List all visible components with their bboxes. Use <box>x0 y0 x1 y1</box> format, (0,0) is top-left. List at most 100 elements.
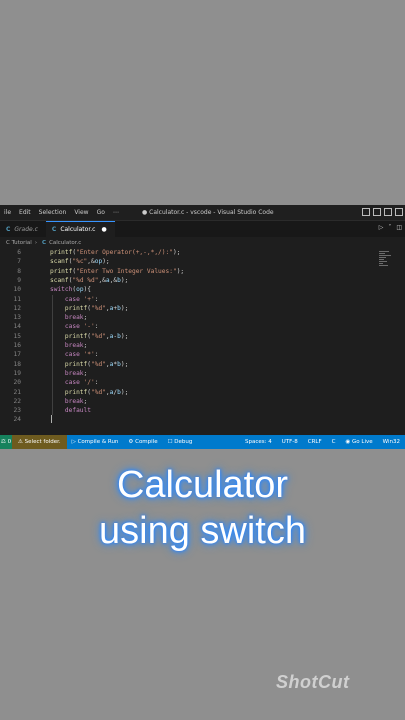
line-number: 9 <box>17 276 21 284</box>
code-line[interactable]: 20 case '/': <box>0 378 380 387</box>
code-line[interactable]: 12 printf("%d",a+b); <box>0 304 380 313</box>
code-line[interactable]: 9 scanf("%d %d",&a,&b); <box>0 276 380 285</box>
line-number: 15 <box>13 332 21 340</box>
breadcrumb-file[interactable]: Calculator.c <box>49 240 81 246</box>
code-line[interactable]: 14 case '-': <box>0 322 380 331</box>
customize-layout-icon[interactable] <box>395 208 403 216</box>
status-bar: ⚖ 0 ⚠ Select folder. ▷ Compile & Run ⚙ C… <box>0 435 405 449</box>
debug-button[interactable]: ☐ Debug <box>163 439 198 445</box>
compile-run-button[interactable]: ▷ Compile & Run <box>67 439 124 445</box>
code-line[interactable]: 15 printf("%d",a-b); <box>0 332 380 341</box>
compile-button[interactable]: ⚙ Compile <box>123 439 162 445</box>
code-line[interactable]: 22 break; <box>0 397 380 406</box>
caption-line-1: Calculator <box>116 464 289 506</box>
code-text: break; <box>64 314 88 322</box>
language-status[interactable]: C <box>327 439 341 445</box>
line-number: 20 <box>13 379 21 387</box>
editor-actions: ▷ ˅ ◫ <box>379 224 402 231</box>
line-number: 12 <box>13 304 21 312</box>
line-number: 22 <box>13 397 21 405</box>
code-text: break; <box>64 397 88 405</box>
chevron-down-icon[interactable]: ˅ <box>388 224 391 231</box>
menu-view[interactable]: View <box>70 209 92 216</box>
vscode-window: ile Edit Selection View Go ⋯ ● Calculato… <box>0 205 405 449</box>
breadcrumb: C Tutorial › C Calculator.c <box>0 237 405 248</box>
code-line[interactable]: 6 printf("Enter Operator(+,-,*,/):"); <box>0 248 380 257</box>
c-file-icon: C <box>6 225 11 233</box>
c-file-icon: C <box>51 226 57 233</box>
line-number: 18 <box>13 360 21 368</box>
text-cursor <box>51 415 52 424</box>
toggle-sidebar-icon[interactable] <box>362 208 370 216</box>
split-editor-icon[interactable]: ◫ <box>396 224 402 231</box>
breadcrumb-separator: › <box>34 239 38 246</box>
platform-status[interactable]: Win32 <box>378 439 405 445</box>
code-text: printf("%d",a/b); <box>64 388 129 396</box>
indentation-status[interactable]: Spaces: 4 <box>240 439 277 445</box>
menu-selection[interactable]: Selection <box>35 209 71 216</box>
line-number: 21 <box>13 388 21 396</box>
menu-go[interactable]: Go <box>93 209 109 216</box>
code-line[interactable]: 19 break; <box>0 369 380 378</box>
toggle-panel-icon[interactable] <box>373 208 381 216</box>
code-text: break; <box>64 342 88 349</box>
line-number: 24 <box>13 416 21 424</box>
tab-bar: C Grade.c C Calculator.c ● ▷ ˅ ◫ <box>0 221 405 237</box>
code-line[interactable]: 16 break; <box>0 341 380 350</box>
minimap[interactable] <box>379 251 393 271</box>
line-number: 11 <box>13 295 21 303</box>
code-text: printf("Enter Two Integer Values:"); <box>50 267 185 275</box>
go-live-button[interactable]: ◉ Go Live <box>341 439 378 445</box>
line-number: 7 <box>17 258 21 266</box>
code-line[interactable]: 10 switch(op){ <box>0 285 380 294</box>
unsaved-dot-icon[interactable]: ● <box>101 226 106 233</box>
menu-more[interactable]: ⋯ <box>109 209 123 216</box>
code-line[interactable]: 13 break; <box>0 313 380 322</box>
code-text: scanf("%c",&op); <box>50 258 110 266</box>
remote-indicator[interactable]: ⚖ 0 <box>0 435 12 449</box>
tab-grade[interactable]: C Grade.c <box>0 221 46 237</box>
menu-edit[interactable]: Edit <box>15 209 35 216</box>
code-line[interactable]: 8 printf("Enter Two Integer Values:"); <box>0 267 380 276</box>
code-text: printf("%d",a-b); <box>64 332 129 340</box>
code-line[interactable]: 17 case '*': <box>0 350 380 359</box>
toggle-secondary-sidebar-icon[interactable] <box>384 208 392 216</box>
code-text: case '/': <box>64 379 99 387</box>
code-line[interactable]: 11 case '+': <box>0 295 380 304</box>
tab-calculator[interactable]: C Calculator.c ● <box>45 221 115 237</box>
code-editor[interactable]: 6 printf("Enter Operator(+,-,*,/):"); 7 sca… <box>0 248 405 435</box>
line-number: 13 <box>13 314 21 322</box>
line-number: 6 <box>17 249 21 256</box>
tab-label: Grade.c <box>14 225 38 233</box>
code-line[interactable]: 18 printf("%d",a*b); <box>0 360 380 369</box>
code-line[interactable]: 23 default <box>0 406 380 415</box>
code-text: printf("%d",a*b); <box>64 360 129 368</box>
code-text: case '-': <box>64 323 99 331</box>
line-number: 8 <box>17 267 21 275</box>
code-line[interactable]: 21 printf("%d",a/b); <box>0 388 380 397</box>
eol-status[interactable]: CRLF <box>303 439 327 445</box>
shotcut-watermark: ShotCut <box>276 672 350 692</box>
code-text: printf("%d",a+b); <box>64 304 129 312</box>
line-number: 10 <box>13 286 21 294</box>
window-title: ● Calculator.c - vscode - Visual Studio … <box>142 209 274 216</box>
menu-file[interactable]: ile <box>0 209 15 216</box>
line-number: 16 <box>13 342 21 349</box>
breadcrumb-folder[interactable]: C Tutorial <box>6 240 32 246</box>
code-text: break; <box>64 369 88 377</box>
code-text: default <box>64 407 91 415</box>
menu-bar: ile Edit Selection View Go ⋯ <box>0 209 123 216</box>
tab-label: Calculator.c <box>60 226 96 233</box>
encoding-status[interactable]: UTF-8 <box>277 439 303 445</box>
caption-line-2: using switch <box>99 510 306 552</box>
code-line[interactable]: 24 <box>0 415 380 424</box>
title-bar: ile Edit Selection View Go ⋯ ● Calculato… <box>0 205 405 221</box>
video-caption: Calculator using switch <box>0 462 405 554</box>
run-icon[interactable]: ▷ <box>379 224 384 231</box>
indent-guide <box>52 294 53 416</box>
line-number: 14 <box>13 323 21 331</box>
select-folder-button[interactable]: ⚠ Select folder. <box>12 435 67 449</box>
line-number: 23 <box>13 407 21 415</box>
code-line[interactable]: 7 scanf("%c",&op); <box>0 257 380 266</box>
line-number: 19 <box>13 369 21 377</box>
